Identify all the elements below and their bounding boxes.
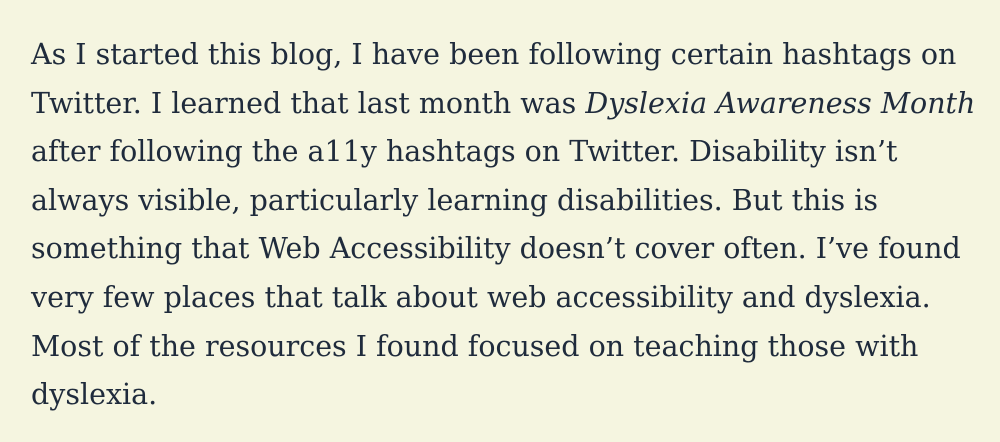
- blog-paragraph: As I started this blog, I have been foll…: [31, 31, 981, 420]
- paragraph-line-4: always visible, particularly learning di…: [31, 183, 878, 217]
- paragraph-line-6: very few places that talk about web acce…: [31, 280, 931, 314]
- paragraph-line-3: after following the a11y hashtags on Twi…: [31, 135, 898, 169]
- paragraph-line-8: dyslexia.: [31, 378, 158, 412]
- emphasis-dyslexia-awareness-month: Dyslexia Awareness Month: [585, 86, 976, 120]
- paragraph-text: Twitter. I learned that last month was: [31, 86, 586, 120]
- paragraph-line-5: something that Web Accessibility doesn’t…: [31, 232, 961, 266]
- paragraph-line-7: Most of the resources I found focused on…: [31, 329, 919, 363]
- paragraph-line-1: As I started this blog, I have been foll…: [31, 38, 957, 71]
- paragraph-line-2: Twitter. I learned that last month was D…: [31, 80, 981, 129]
